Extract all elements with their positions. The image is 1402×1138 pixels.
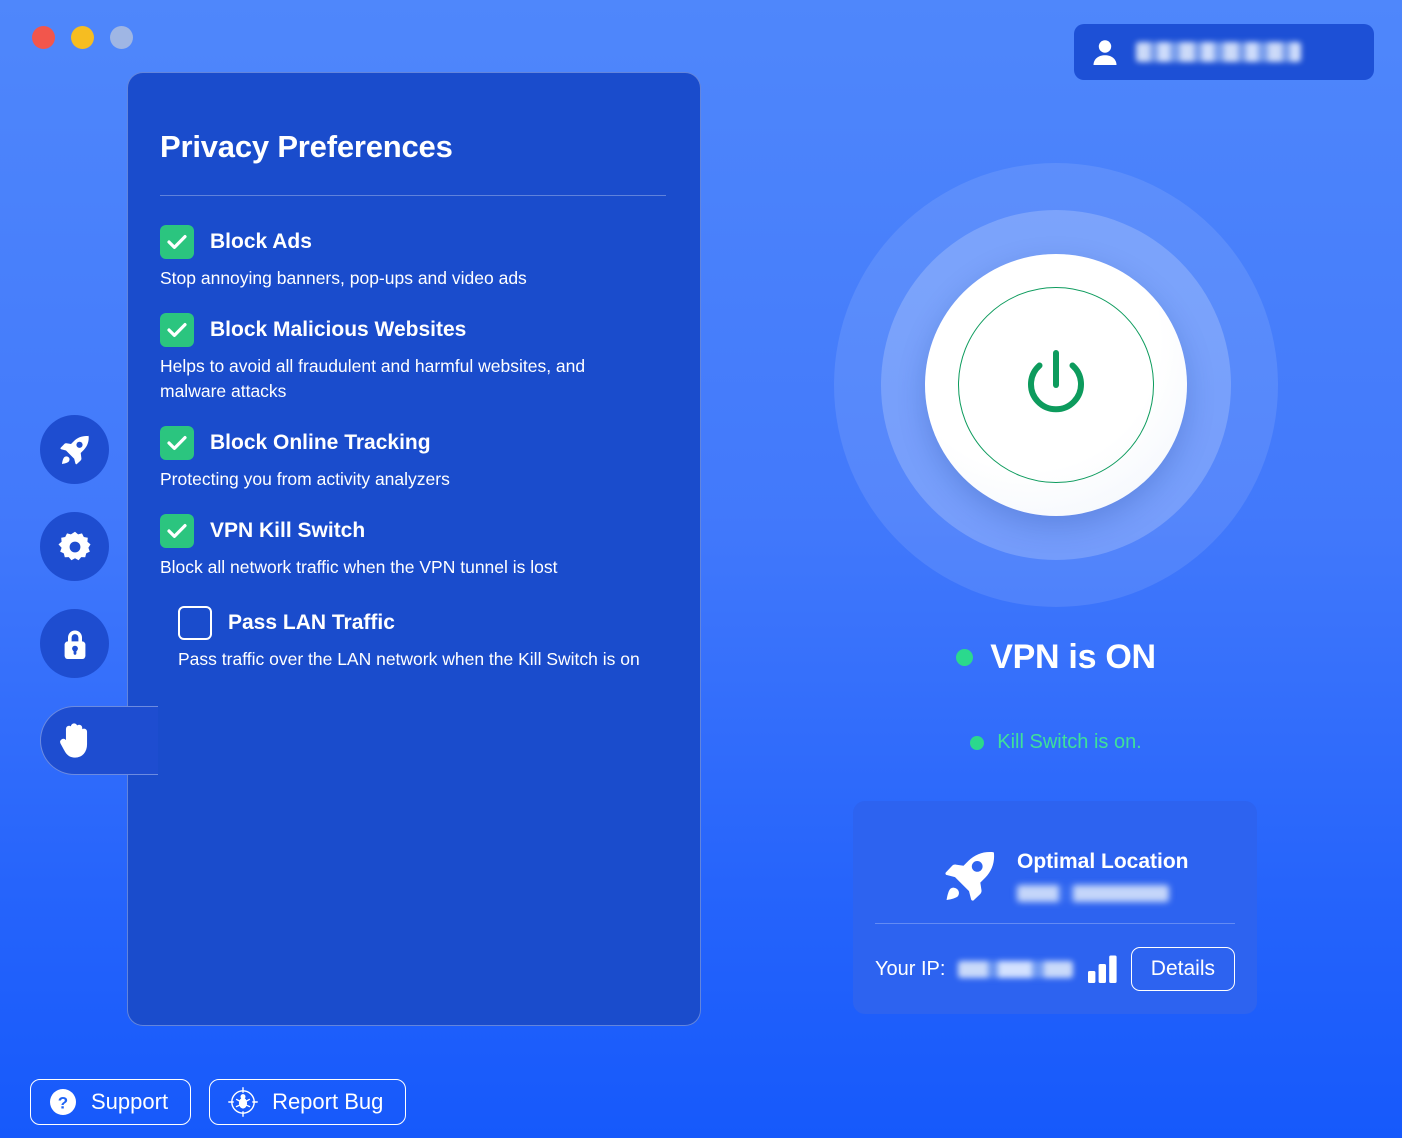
preference-row-vpn-kill-switch: VPN Kill Switch Block all network traffi… bbox=[160, 514, 666, 580]
privacy-preferences-panel: Privacy Preferences Block Ads Stop annoy… bbox=[127, 72, 701, 1026]
support-button[interactable]: ? Support bbox=[30, 1079, 191, 1125]
connection-toggle-area bbox=[830, 155, 1282, 615]
person-icon bbox=[1092, 38, 1118, 66]
status-indicator-dot bbox=[956, 649, 973, 666]
support-button-label: Support bbox=[91, 1089, 168, 1115]
sidebar-item-settings[interactable] bbox=[40, 512, 109, 581]
checkbox-pass-lan-traffic[interactable] bbox=[178, 606, 212, 640]
account-username-masked bbox=[1136, 42, 1301, 62]
location-title: Optimal Location bbox=[1017, 850, 1189, 874]
hand-icon bbox=[58, 723, 92, 759]
preference-label: Block Malicious Websites bbox=[210, 318, 466, 342]
zoom-window-button[interactable] bbox=[110, 26, 133, 49]
preference-label: VPN Kill Switch bbox=[210, 519, 365, 543]
checkbox-vpn-kill-switch[interactable] bbox=[160, 514, 194, 548]
checkbox-block-malicious-websites[interactable] bbox=[160, 313, 194, 347]
signal-bars-icon bbox=[1088, 955, 1118, 983]
location-card-text: Optimal Location bbox=[1017, 850, 1189, 902]
preference-row-block-ads: Block Ads Stop annoying banners, pop-ups… bbox=[160, 225, 666, 291]
title-divider bbox=[160, 195, 666, 196]
sidebar-item-privacy[interactable] bbox=[40, 706, 158, 775]
preference-description: Pass traffic over the LAN network when t… bbox=[178, 647, 666, 672]
footer-bar: ? Support Report Bug bbox=[0, 1066, 1402, 1138]
close-window-button[interactable] bbox=[32, 26, 55, 49]
location-name-masked bbox=[1017, 885, 1169, 902]
kill-switch-indicator-dot bbox=[970, 736, 984, 750]
preference-row-block-online-tracking: Block Online Tracking Protecting you fro… bbox=[160, 426, 666, 492]
preferences-list: Block Ads Stop annoying banners, pop-ups… bbox=[160, 225, 666, 672]
preference-row-pass-lan-traffic: Pass LAN Traffic Pass traffic over the L… bbox=[178, 606, 666, 672]
power-icon bbox=[1010, 339, 1102, 431]
lock-icon bbox=[59, 627, 91, 661]
preference-row-block-malicious-websites: Block Malicious Websites Helps to avoid … bbox=[160, 313, 666, 404]
account-button[interactable] bbox=[1074, 24, 1374, 80]
rocket-icon bbox=[939, 850, 997, 902]
window-controls bbox=[32, 26, 133, 49]
checkbox-block-online-tracking[interactable] bbox=[160, 426, 194, 460]
gear-icon bbox=[58, 530, 92, 564]
bug-icon bbox=[228, 1087, 258, 1117]
sidebar-item-security[interactable] bbox=[40, 609, 109, 678]
ip-label: Your IP: bbox=[875, 958, 945, 981]
kill-switch-status: Kill Switch is on. bbox=[830, 731, 1282, 754]
details-button[interactable]: Details bbox=[1131, 947, 1235, 991]
minimize-window-button[interactable] bbox=[71, 26, 94, 49]
preference-label: Block Online Tracking bbox=[210, 431, 431, 455]
rocket-icon bbox=[58, 433, 92, 467]
ip-value-masked bbox=[958, 961, 1072, 978]
report-bug-button-label: Report Bug bbox=[272, 1089, 383, 1115]
preference-description: Protecting you from activity analyzers bbox=[160, 467, 652, 492]
sidebar-item-locations[interactable] bbox=[40, 415, 109, 484]
checkbox-block-ads[interactable] bbox=[160, 225, 194, 259]
vpn-status: VPN is ON bbox=[830, 638, 1282, 677]
preference-description: Stop annoying banners, pop-ups and video… bbox=[160, 266, 652, 291]
preference-label: Block Ads bbox=[210, 230, 312, 254]
preference-label: Pass LAN Traffic bbox=[228, 611, 395, 635]
location-card[interactable]: Optimal Location Your IP: Details bbox=[853, 801, 1257, 1014]
page-title: Privacy Preferences bbox=[160, 129, 666, 165]
svg-text:?: ? bbox=[58, 1093, 68, 1112]
power-button[interactable] bbox=[925, 254, 1187, 516]
report-bug-button[interactable]: Report Bug bbox=[209, 1079, 406, 1125]
preference-description: Helps to avoid all fraudulent and harmfu… bbox=[160, 354, 652, 404]
vpn-status-text: VPN is ON bbox=[990, 638, 1155, 677]
ip-row: Your IP: Details bbox=[875, 924, 1235, 1014]
question-circle-icon: ? bbox=[49, 1088, 77, 1116]
preference-description: Block all network traffic when the VPN t… bbox=[160, 555, 652, 580]
location-card-header: Optimal Location bbox=[875, 801, 1235, 923]
sidebar-nav bbox=[40, 415, 112, 775]
kill-switch-status-text: Kill Switch is on. bbox=[997, 731, 1142, 754]
